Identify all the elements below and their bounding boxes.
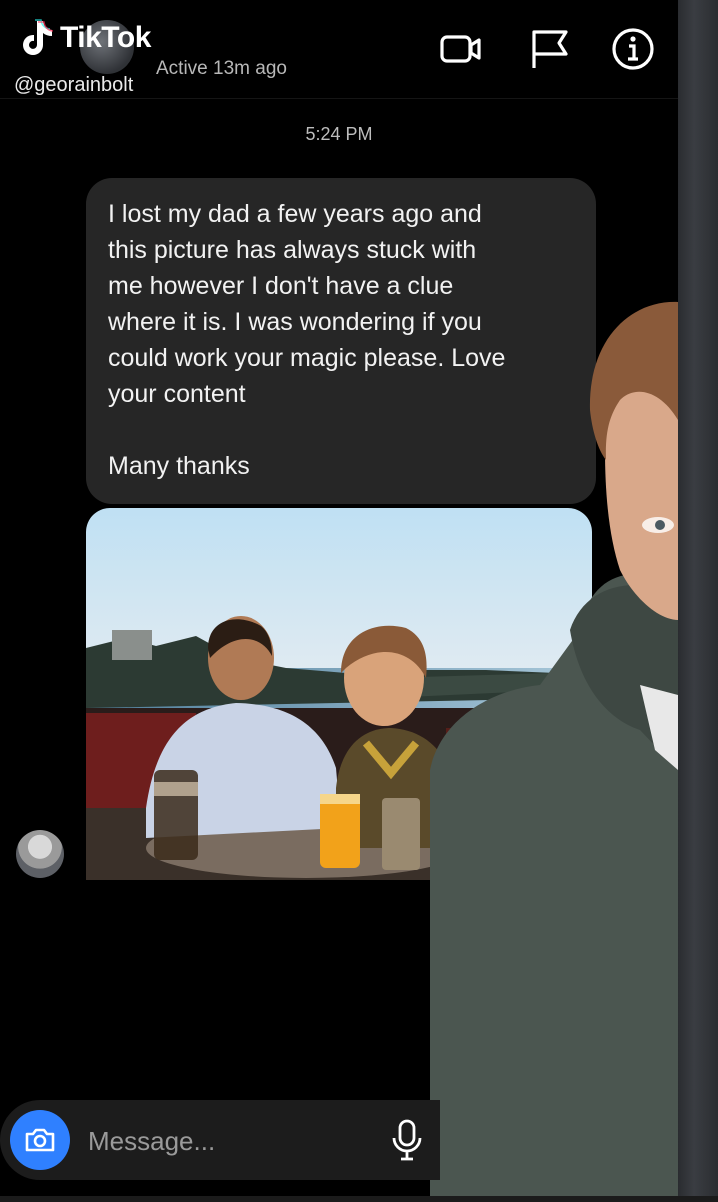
message-input[interactable] <box>86 1118 380 1164</box>
creator-username: @georainbolt <box>14 74 134 96</box>
video-call-icon[interactable] <box>438 26 484 72</box>
message-timestamp: 5:24 PM <box>305 124 373 144</box>
camera-button[interactable] <box>10 1110 70 1170</box>
sender-avatar[interactable] <box>16 830 64 878</box>
microphone-icon[interactable] <box>390 1118 424 1162</box>
active-status: Active 13m ago <box>156 58 287 79</box>
flag-icon[interactable] <box>528 26 574 72</box>
tiktok-wordmark: TikTok <box>60 21 151 54</box>
tiktok-logo-icon <box>23 19 54 55</box>
camera-icon <box>25 1128 55 1152</box>
info-icon[interactable] <box>610 26 656 72</box>
bottom-edge <box>0 1196 718 1202</box>
creator-video-overlay <box>430 301 678 1202</box>
chat-header: TikTok Active 13m ago @georainbolt <box>0 0 678 99</box>
side-strip <box>678 0 718 1202</box>
tiktok-watermark: TikTok <box>18 18 151 58</box>
